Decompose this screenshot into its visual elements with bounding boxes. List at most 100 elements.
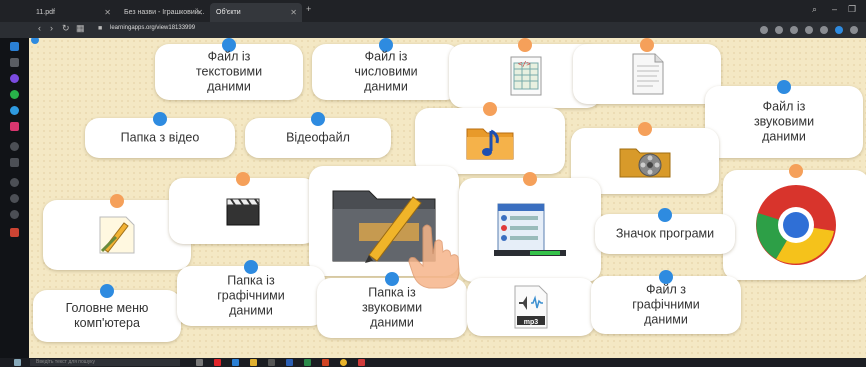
card-text-file[interactable]: Файл із текстовими даними <box>155 38 303 100</box>
text-document-icon <box>632 53 664 95</box>
card-dot <box>153 112 167 126</box>
chrome-icon <box>756 185 836 265</box>
camera-icon[interactable] <box>760 26 768 34</box>
settings-icon[interactable] <box>10 210 19 219</box>
powerpoint-taskbar-icon[interactable] <box>322 359 329 366</box>
minimize-icon[interactable]: – <box>832 4 837 14</box>
card-label: Файл із звуковими даними <box>753 99 815 144</box>
video-clapper-icon <box>226 198 260 226</box>
clock-icon[interactable] <box>10 194 19 203</box>
url-field[interactable]: learningapps.org/view18133999 <box>110 25 195 31</box>
card-label: Файл із числовими даними <box>354 49 418 94</box>
star-icon[interactable] <box>10 58 19 67</box>
address-bar: ‹ › ↻ ▦ ■ learningapps.org/view18133999 <box>0 22 866 38</box>
chrome-taskbar-icon[interactable] <box>340 359 347 366</box>
tab-learningapps-1[interactable]: Без назви - Іграшковий... ✕ <box>118 3 208 22</box>
tab-label: 11.pdf <box>36 9 55 16</box>
hand-cursor-icon <box>408 224 460 289</box>
card-chrome-image[interactable] <box>723 164 866 280</box>
workspace-icon[interactable] <box>10 42 19 51</box>
card-dot <box>483 102 497 116</box>
lock-icon: ■ <box>98 25 103 32</box>
card-number-file[interactable]: Файл із числовими даними <box>312 38 460 100</box>
tabs-grid-icon[interactable]: ▦ <box>76 23 85 34</box>
program-window-icon <box>494 203 566 256</box>
history-icon[interactable] <box>10 142 19 151</box>
tab-learningapps-active[interactable]: Об'єкти ✕ <box>210 3 302 22</box>
tab-label: Без назви - Іграшковий... <box>124 9 205 16</box>
send-icon[interactable] <box>790 26 798 34</box>
card-dot <box>777 80 791 94</box>
app-taskbar-icon[interactable] <box>358 359 365 366</box>
menu-icon[interactable] <box>850 26 858 34</box>
mp3-label: mp3 <box>523 319 539 326</box>
card-dot <box>658 208 672 222</box>
reload-icon[interactable]: ↻ <box>62 23 70 34</box>
forward-icon[interactable]: › <box>50 23 53 33</box>
messenger-icon[interactable] <box>10 74 19 83</box>
card-dot <box>311 112 325 126</box>
card-label: Значок програми <box>615 226 715 241</box>
card-dot <box>244 260 258 274</box>
tab-pdf[interactable]: 11.pdf ✕ <box>30 3 116 22</box>
tab-bar: 11.pdf ✕ Без назви - Іграшковий... ✕ Об'… <box>0 0 866 22</box>
card-main-menu[interactable]: Головне меню комп'ютера <box>33 284 181 342</box>
card-video-file[interactable]: Відеофайл <box>245 112 391 158</box>
excel-taskbar-icon[interactable] <box>304 359 311 366</box>
player-icon[interactable] <box>10 158 19 167</box>
drawing-file-icon <box>99 216 135 254</box>
card-dot <box>789 164 803 178</box>
card-label: Головне меню комп'ютера <box>65 301 149 330</box>
card-mp3-image[interactable]: mp3 <box>467 278 595 336</box>
new-tab-icon[interactable]: + <box>306 4 311 14</box>
tab-label: Об'єкти <box>216 9 241 16</box>
taskbar-search[interactable]: Введіть текст для пошуку <box>30 359 180 366</box>
card-text-doc-image[interactable] <box>573 38 721 104</box>
card-program-window-image[interactable] <box>459 172 601 282</box>
close-icon[interactable]: ✕ <box>196 3 203 22</box>
card-program-icon[interactable]: Значок програми <box>595 208 735 254</box>
card-dot <box>385 272 399 286</box>
heart-icon[interactable] <box>805 26 813 34</box>
card-dot <box>518 38 532 52</box>
edge-taskbar-icon[interactable] <box>232 359 239 366</box>
close-icon[interactable]: ✕ <box>290 3 297 22</box>
heart-icon[interactable] <box>10 178 19 187</box>
film-folder-icon <box>619 148 671 178</box>
card-label: Папка із звуковими даними <box>361 285 423 330</box>
restore-icon[interactable]: ❐ <box>848 4 856 15</box>
task-view-icon[interactable] <box>196 359 203 366</box>
close-icon[interactable]: ✕ <box>104 3 111 22</box>
card-label: Папка з відео <box>120 130 200 145</box>
vpn-icon[interactable] <box>835 26 843 34</box>
card-video-folder[interactable]: Папка з відео <box>85 112 235 158</box>
store-taskbar-icon[interactable] <box>268 359 275 366</box>
instagram-icon[interactable] <box>10 122 19 131</box>
opera-taskbar-icon[interactable] <box>214 359 221 366</box>
card-dot <box>110 194 124 208</box>
card-dot <box>640 38 654 52</box>
explorer-taskbar-icon[interactable] <box>250 359 257 366</box>
search-tabs-icon[interactable]: ⌕ <box>812 4 817 15</box>
card-music-folder-image[interactable] <box>415 102 565 174</box>
windows-start-icon[interactable] <box>14 359 21 366</box>
telegram-icon[interactable] <box>10 106 19 115</box>
card-dot <box>236 172 250 186</box>
adblock-icon[interactable] <box>775 26 783 34</box>
card-label: Файл із текстовими даними <box>195 49 263 94</box>
word-taskbar-icon[interactable] <box>286 359 293 366</box>
card-graphics-folder[interactable]: Папка із графічними даними <box>177 260 325 326</box>
card-sound-file[interactable]: Файл із звуковими даними <box>705 80 863 158</box>
snapshot-icon[interactable] <box>820 26 828 34</box>
card-label: Відеофайл <box>286 130 350 145</box>
card-graphics-file[interactable]: Файл з графічними даними <box>591 270 741 334</box>
card-label: Папка із графічними даними <box>217 273 285 318</box>
board-marker <box>31 38 39 44</box>
whatsapp-icon[interactable] <box>10 90 19 99</box>
card-dot <box>638 122 652 136</box>
extensions-icon[interactable] <box>10 228 19 237</box>
browser-sidebar <box>0 0 29 367</box>
card-dot <box>523 172 537 186</box>
card-clapper-image[interactable] <box>169 172 317 244</box>
back-icon[interactable]: ‹ <box>38 23 41 33</box>
